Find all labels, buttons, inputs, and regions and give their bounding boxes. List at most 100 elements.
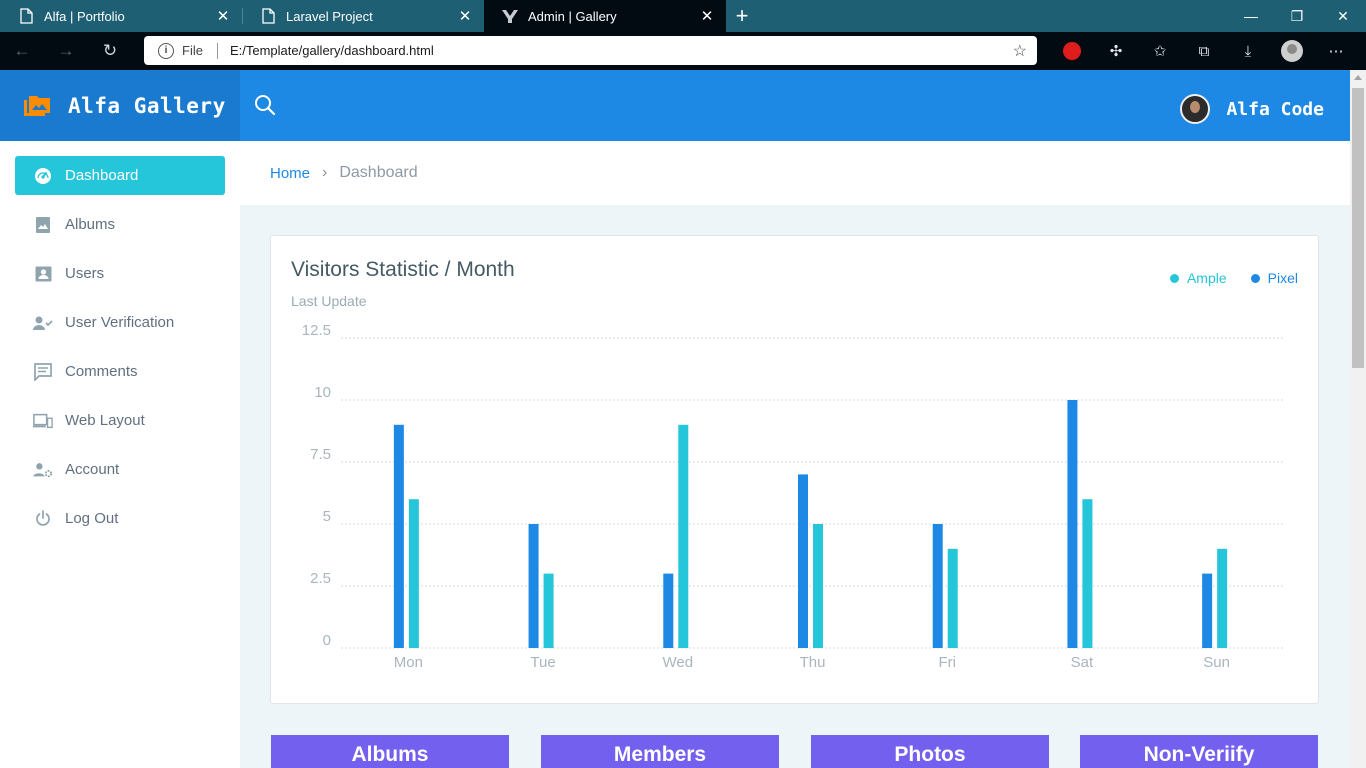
new-tab-button[interactable]: + [726,0,758,32]
visitors-chart-card: 0 2.5 5 7.5 10 12.5 Mon Tue Wed Thu Fri Sat Sun Visi… [270,235,1319,704]
chart-title: Visitors Statistic / Month [291,258,515,281]
collections-icon[interactable]: ⧉ [1182,43,1226,60]
sidebar-item-log-out[interactable]: Log Out [15,499,225,538]
user-card-icon [33,264,53,284]
legend-label: Ample [1186,270,1227,286]
close-icon[interactable]: ✕ [456,7,474,25]
legend-dot-icon [1169,273,1179,283]
sidebar-item-comments[interactable]: Comments [15,352,225,391]
bar-pixel [528,524,539,648]
scroll-up-icon[interactable] [1354,75,1362,80]
bar-pixel [798,474,808,648]
power-icon [33,509,53,529]
forward-icon[interactable]: → [44,32,88,70]
x-tick-label: Mon [394,654,423,671]
sidebar-item-label: Comments [65,363,138,380]
refresh-icon[interactable]: ↻ [88,32,132,70]
stat-card-members[interactable]: Members [541,735,779,768]
sidebar-item-label: Web Layout [65,412,145,429]
adblock-extension-icon[interactable] [1050,42,1094,60]
chart-subtitle: Last Update [291,293,367,309]
sidebar-item-albums[interactable]: Albums [15,205,225,244]
legend-label: Pixel [1267,270,1298,286]
back-icon[interactable]: ← [0,32,44,70]
sidebar-item-account[interactable]: Account [15,450,225,489]
brand-name: Alfa Gallery [68,93,226,118]
y-tick-label: 2.5 [310,570,331,587]
bar-chart: 0 2.5 5 7.5 10 12.5 Mon Tue Wed Thu Fri Sat Sun [302,322,1284,671]
bar-pixel [1067,400,1078,648]
profile-icon[interactable] [1270,40,1314,62]
stat-card-photos[interactable]: Photos [811,735,1049,768]
tab-title: Laravel Project [286,8,373,24]
breadcrumb: Home › Dashboard [240,141,1350,205]
brand[interactable]: Alfa Gallery [0,70,240,141]
close-icon[interactable]: ✕ [698,7,716,25]
user-menu[interactable]: Alfa Code [1180,94,1324,124]
address-url[interactable]: E:/Template/gallery/dashboard.html [230,43,1013,58]
restore-icon[interactable]: ❐ [1274,0,1320,32]
sidebar-item-users[interactable]: Users [15,254,225,293]
chart-legend: Ample Pixel [1146,270,1298,286]
legend-item[interactable]: Pixel [1250,270,1298,286]
chevron-right-icon: › [322,164,328,181]
close-window-icon[interactable]: ✕ [1320,0,1366,32]
sidebar-item-label: Account [65,461,120,478]
avatar[interactable] [1180,94,1211,124]
extension-bar: ✣ ✩ ⧉ ⤓ ⋯ [1050,32,1358,70]
y-tick-label: 5 [323,508,331,525]
bar-ample [813,524,823,648]
bar-ample [408,499,419,648]
browser-tab[interactable]: Laravel Project ✕ [242,0,484,32]
account-settings-icon [33,460,53,480]
devices-icon [33,411,53,431]
bar-pixel [932,524,943,648]
x-tick-label: Sun [1203,654,1230,671]
bar-ample [1082,499,1093,648]
sidebar-item-dashboard[interactable]: Dashboard [15,156,225,195]
sidebar-item-user-verification[interactable]: User Verification [15,303,225,342]
address-bar[interactable]: i File E:/Template/gallery/dashboard.htm… [144,36,1037,65]
legend-item[interactable]: Ample [1169,270,1227,286]
address-scheme: File [182,43,203,58]
sidebar-item-label: Users [65,265,105,282]
x-tick-label: Fri [938,654,956,671]
album-icon [33,215,53,235]
gallery-logo-icon [24,95,50,116]
favorites-icon[interactable]: ✩ [1138,42,1182,60]
bar-ample [947,548,958,648]
page-icon [18,8,34,24]
tab-title: Alfa | Portfolio [44,8,125,24]
minimize-icon[interactable]: — [1228,0,1274,32]
sidebar-item-web-layout[interactable]: Web Layout [15,401,225,440]
search-icon[interactable] [254,94,276,116]
user-check-icon [33,313,53,333]
sidebar-item-label: Albums [65,216,116,233]
close-icon[interactable]: ✕ [214,7,232,25]
y-tick-label: 10 [314,384,331,401]
info-icon[interactable]: i [158,42,174,59]
app-header: Alfa Gallery Alfa Code [0,70,1350,141]
bar-ample [1217,548,1228,648]
y-tick-label: 0 [323,632,331,649]
downloads-icon[interactable]: ⤓ [1226,43,1270,60]
breadcrumb-home-link[interactable]: Home [270,165,310,182]
breadcrumb-current: Dashboard [339,164,418,181]
y-tick-label: 7.5 [310,446,331,463]
bar-pixel [663,573,674,648]
browser-tab-active[interactable]: Admin | Gallery ✕ [484,0,726,32]
scrollbar-thumb[interactable] [1352,88,1364,368]
browser-tab[interactable]: Alfa | Portfolio ✕ [0,0,242,32]
sidebar-item-label: Log Out [65,510,119,527]
page-scrollbar[interactable] [1350,70,1366,768]
browser-toolbar: ← → ↻ i File E:/Template/gallery/dashboa… [0,32,1366,70]
sidebar-item-label: Dashboard [65,167,139,184]
stat-card-albums[interactable]: Albums [271,735,509,768]
extensions-icon[interactable]: ✣ [1094,42,1138,60]
x-tick-label: Sat [1071,654,1094,671]
bar-ample [678,424,689,648]
stat-card-non-verify[interactable]: Non-Veriify [1080,735,1318,768]
favorite-add-icon[interactable]: ☆ [1013,41,1027,61]
y-tick-label: 12.5 [302,322,331,339]
more-options-icon[interactable]: ⋯ [1314,42,1358,60]
